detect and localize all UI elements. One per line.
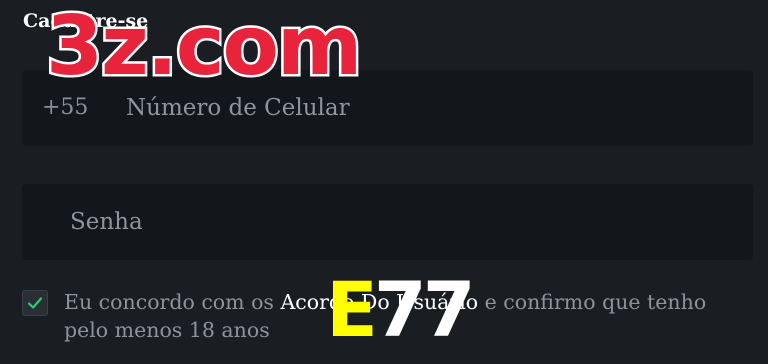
phone-input[interactable] bbox=[126, 90, 726, 126]
brand-badge-overlay: E77 bbox=[326, 272, 476, 348]
agreement-text-before: Eu concordo com os bbox=[64, 290, 281, 314]
agreement-checkbox[interactable] bbox=[22, 290, 48, 316]
country-code-prefix[interactable]: +55 bbox=[42, 95, 88, 120]
check-icon bbox=[27, 297, 43, 309]
password-input[interactable] bbox=[70, 204, 720, 240]
password-field[interactable] bbox=[22, 184, 753, 260]
brand-logo-overlay: 3z.com bbox=[43, 0, 364, 94]
badge-letter: E bbox=[326, 265, 378, 354]
badge-number: 77 bbox=[373, 265, 476, 354]
